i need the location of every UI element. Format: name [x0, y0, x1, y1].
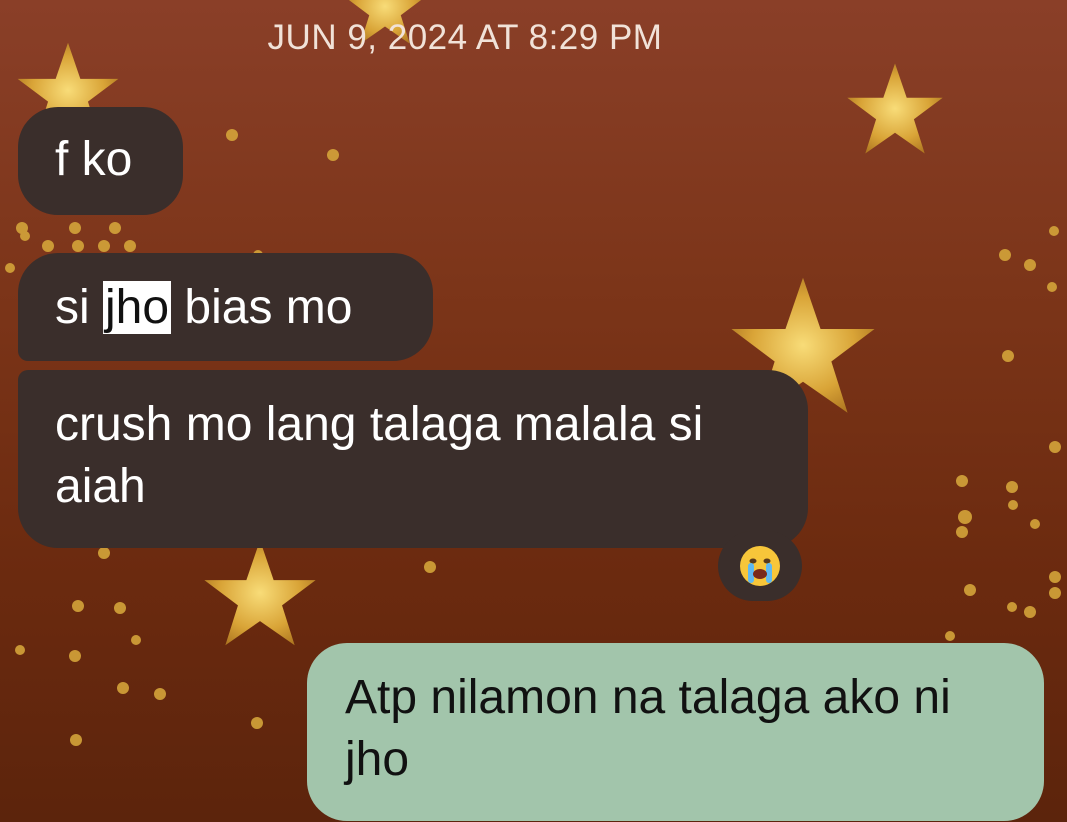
- message-text: crush mo lang talaga malala si aiah: [55, 398, 704, 513]
- reaction-badge[interactable]: [718, 531, 802, 601]
- message-text: si: [55, 281, 103, 334]
- glitter-star-icon: [204, 540, 316, 646]
- selected-text-highlight[interactable]: jho: [103, 281, 172, 334]
- incoming-message-bubble[interactable]: crush mo lang talaga malala si aiah: [18, 370, 808, 548]
- incoming-message-bubble[interactable]: si jho bias mo: [18, 253, 433, 361]
- incoming-message-bubble[interactable]: f ko: [18, 107, 183, 215]
- glitter-star-icon: [847, 63, 943, 154]
- message-text: bias mo: [171, 281, 353, 334]
- message-text: f ko: [55, 133, 133, 186]
- message-text: Atp nilamon na talaga ako ni jho: [345, 671, 951, 786]
- outgoing-message-bubble[interactable]: Atp nilamon na talaga ako ni jho: [307, 643, 1044, 821]
- crying-face-icon: [740, 546, 780, 586]
- message-timestamp: JUN 9, 2024 AT 8:29 PM: [267, 18, 663, 57]
